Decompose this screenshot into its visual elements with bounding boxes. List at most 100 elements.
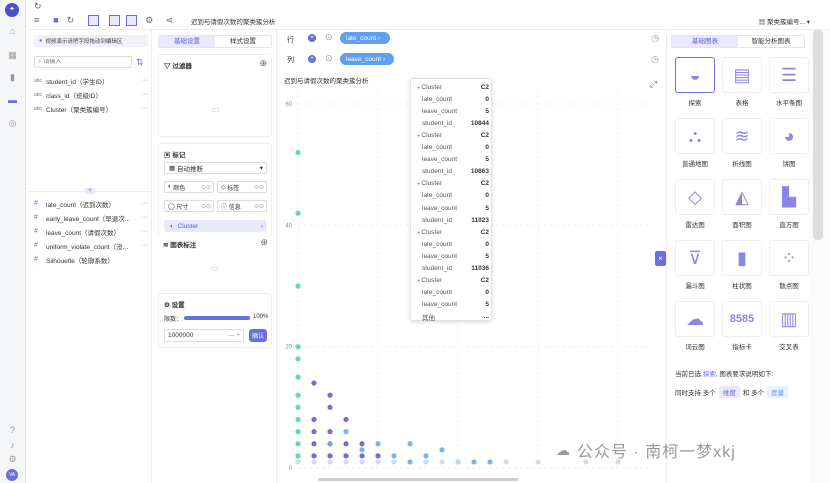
- chart-type-explore[interactable]: ◒: [675, 57, 715, 93]
- measure-tag: #: [34, 242, 38, 249]
- limit-slider[interactable]: [184, 316, 250, 320]
- field-dim-class-id[interactable]: abc class_id（班级ID） ···: [34, 89, 148, 100]
- analysis-icon[interactable]: ▮: [7, 72, 18, 83]
- chart-type-radar[interactable]: ◇: [675, 179, 715, 215]
- settings-icon[interactable]: ⊙⊙: [201, 184, 211, 191]
- chart-type-bar[interactable]: ▮: [722, 240, 762, 276]
- page-scrollbar[interactable]: [809, 30, 830, 483]
- chart-type-line[interactable]: ≋: [722, 118, 762, 154]
- encoding-color[interactable]: ◐ 颜色 ⊙⊙: [164, 181, 214, 193]
- refresh-icon[interactable]: ↻: [34, 2, 42, 11]
- more-icon[interactable]: ···: [141, 105, 148, 112]
- data-icon[interactable]: ▦: [7, 50, 18, 61]
- row-shelf-pill[interactable]: late_count ›: [340, 32, 390, 44]
- chart-type-histogram[interactable]: ▙: [769, 179, 809, 215]
- expand-icon[interactable]: ⤢: [650, 80, 657, 89]
- help-icon[interactable]: ?: [7, 425, 18, 436]
- tab-style-settings[interactable]: 样式设置: [215, 36, 271, 47]
- layout-icon[interactable]: [88, 15, 100, 26]
- mark-field-cluster[interactable]: ◐ Cluster ›: [164, 220, 267, 232]
- scroll-thumb[interactable]: [813, 30, 823, 240]
- encoding-size[interactable]: ◯ 尺寸 ⊙⊙: [164, 200, 214, 212]
- filter-col-icon[interactable]: ⊙: [325, 54, 333, 63]
- field-dim-cluster[interactable]: abc Cluster（聚类簇编号） ···: [34, 103, 148, 114]
- tooltip-value: 5: [485, 252, 489, 260]
- home-icon[interactable]: ⌂: [7, 26, 18, 37]
- more-icon[interactable]: ···: [141, 91, 148, 98]
- chart-type-area[interactable]: ◭: [722, 179, 762, 215]
- add-col-icon[interactable]: +: [308, 55, 316, 63]
- chart-type-table[interactable]: ▤: [722, 57, 762, 93]
- chart-type-funnel[interactable]: ⊽: [675, 240, 715, 276]
- field-measure-silhouette[interactable]: # Silhouette（轮廓系数）: [34, 254, 148, 265]
- search-input[interactable]: [43, 59, 124, 65]
- tab-basic-settings[interactable]: 基础设置: [159, 36, 215, 47]
- gear-icon[interactable]: ⚙: [145, 16, 153, 25]
- chart-type-scatter[interactable]: ⁘: [769, 240, 809, 276]
- more-icon[interactable]: ···: [141, 77, 148, 84]
- add-annotation-icon[interactable]: ⊕: [260, 238, 268, 247]
- scatter-point-c2: [375, 453, 381, 459]
- chart-panel-icon[interactable]: [109, 15, 121, 26]
- bell-icon[interactable]: ♪: [7, 440, 18, 451]
- tab-smart-charts[interactable]: 智能分析图表: [738, 36, 804, 47]
- field-measure-late-count[interactable]: # late_count（迟到次数） ···: [34, 198, 148, 209]
- clock-icon[interactable]: ◷: [651, 55, 659, 64]
- chart-type-pie[interactable]: ◕: [769, 118, 809, 154]
- more-icon[interactable]: ···: [141, 200, 148, 207]
- clock-icon[interactable]: ◷: [651, 34, 659, 43]
- tooltip-key-wrap: late_count: [417, 192, 452, 199]
- folder-icon[interactable]: ▬: [7, 95, 18, 106]
- more-icon[interactable]: ···: [141, 228, 148, 235]
- more-icon[interactable]: ···: [141, 242, 148, 249]
- mark-type-select[interactable]: ▦ 自动推断 ▾: [164, 162, 267, 174]
- field-measure-leave-count[interactable]: # leave_count（请假次数） ···: [34, 226, 148, 237]
- tooltip-value: 5: [485, 301, 489, 309]
- chart-type-wordcloud[interactable]: ☁: [675, 301, 715, 337]
- settings-icon[interactable]: ⊙⊙: [254, 184, 264, 191]
- encoding-label-btn[interactable]: ◇ 标签 ⊙⊙: [217, 181, 267, 193]
- field-search[interactable]: ⌕: [34, 56, 132, 68]
- field-measure-early-leave[interactable]: # early_leave_count（早退次... ···: [34, 212, 148, 223]
- data-panel-icon[interactable]: [126, 15, 138, 26]
- measure-divider-badge[interactable]: #: [84, 188, 96, 194]
- col-shelf-pill[interactable]: leave_count ›: [340, 53, 394, 65]
- reload-icon[interactable]: ↻: [67, 16, 75, 25]
- tooltip-row: leave_count 5: [417, 299, 489, 311]
- add-row-icon[interactable]: +: [308, 34, 316, 42]
- dataset-selector[interactable]: ▦ 聚类簇编号... ▾: [759, 16, 810, 26]
- chevron-right-icon: ›: [382, 55, 386, 63]
- horizontal-scrollbar[interactable]: [318, 478, 518, 481]
- chart-type-hbar[interactable]: ☰: [769, 57, 809, 93]
- explore-icon[interactable]: ◎: [7, 118, 18, 129]
- collapse-panel-button[interactable]: ×: [655, 251, 666, 266]
- filter-row-icon[interactable]: ⊙: [325, 33, 333, 42]
- share-icon[interactable]: ⋖: [165, 16, 173, 25]
- confirm-button[interactable]: 确认: [249, 329, 267, 342]
- chart-title: 迟到与请假次数的聚类簇分析: [284, 78, 369, 85]
- tab-basic-charts[interactable]: 基础图表: [672, 36, 738, 47]
- field-measure-uniform[interactable]: # uniform_violate_count（没... ···: [34, 240, 148, 251]
- chevron-right-icon: ›: [260, 222, 263, 230]
- app-logo-icon[interactable]: ✦: [5, 3, 19, 17]
- avatar[interactable]: VA: [6, 469, 18, 481]
- mark-field-label: Cluster: [177, 222, 199, 230]
- settings-icon[interactable]: ⊙⊙: [201, 203, 211, 210]
- chart-type-map[interactable]: ⛬: [675, 118, 715, 154]
- chart-type-kpi[interactable]: 8585: [722, 301, 762, 337]
- settings-icon[interactable]: ⊙⊙: [254, 203, 264, 210]
- more-icon[interactable]: ···: [141, 214, 148, 221]
- add-filter-icon[interactable]: ⊕: [259, 59, 267, 68]
- chart-type-crosstab[interactable]: ▥: [769, 301, 809, 337]
- sort-icon[interactable]: ⇅: [136, 58, 144, 67]
- encoding-info[interactable]: ⓘ 信息 ⊙⊙: [217, 200, 267, 212]
- limit-input[interactable]: 1000000 — +: [164, 329, 244, 342]
- measure-tag: #: [34, 200, 38, 207]
- menu-icon[interactable]: ≡: [34, 16, 39, 25]
- settings-icon[interactable]: ⚙: [7, 454, 18, 465]
- field-dim-student-id[interactable]: abc student_id（学生ID） ···: [34, 75, 148, 86]
- stepper-icon[interactable]: — +: [228, 332, 240, 339]
- tooltip-row: leave_count 5: [417, 154, 489, 166]
- save-icon[interactable]: ■: [53, 16, 58, 25]
- tooltip-key: late_count: [422, 289, 452, 297]
